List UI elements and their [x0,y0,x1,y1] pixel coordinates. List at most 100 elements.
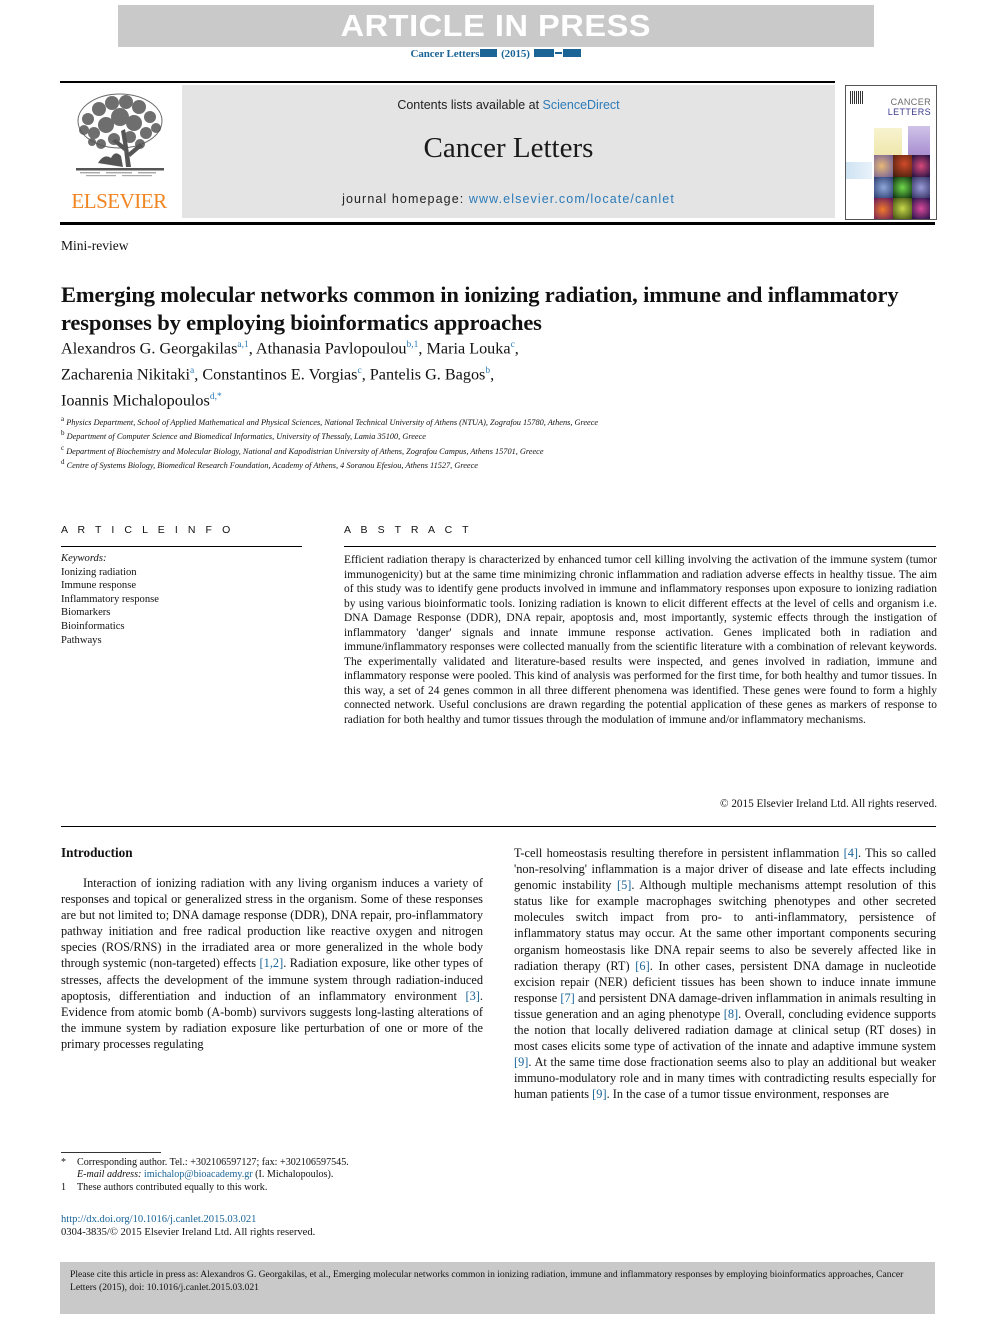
affiliation-text: Department of Biochemistry and Molecular… [66,446,544,456]
citation-ref[interactable]: [9] [592,1087,606,1101]
affiliation-mark: d [61,458,65,467]
journal-cover-thumbnail: CANCER LETTERS [845,85,937,220]
keywords-block: Keywords: Ionizing radiation Immune resp… [61,552,311,647]
doi-link[interactable]: http://dx.doi.org/10.1016/j.canlet.2015.… [61,1213,491,1226]
keyword-item: Biomarkers [61,607,111,619]
abstract-heading: A B S T R A C T [344,524,473,536]
keyword-item: Inflammatory response [61,593,159,605]
page-range-dash [554,52,562,55]
corresponding-author-text: Corresponding author. Tel.: +30210659712… [77,1157,349,1168]
affiliation-item: d Centre of Systems Biology, Biomedical … [61,457,916,471]
author-affil-mark[interactable]: d,* [210,392,222,402]
elsevier-wordmark: ELSEVIER [71,189,167,213]
author-affil-mark[interactable]: b [485,366,490,376]
homepage-prefix: journal homepage: [342,192,469,206]
page-title: Emerging molecular networks common in io… [61,282,899,335]
body-column-left: Introduction Interaction of ionizing rad… [61,845,483,1052]
corresponding-email-link[interactable]: imichalop@bioacademy.gr [144,1169,253,1180]
article-in-press-label: ARTICLE IN PRESS [340,8,652,43]
footnote-rule [61,1152,161,1153]
article-in-press-banner: ARTICLE IN PRESS [118,5,874,47]
email-owner: (I. Michalopoulos). [255,1169,334,1181]
section-heading-introduction: Introduction [61,845,133,860]
author-affil-mark[interactable]: b,1 [407,340,419,350]
abstract-rule [344,546,936,547]
affiliation-mark: a [61,415,65,423]
footnote-mark: 1 [61,1181,67,1193]
body-top-rule [61,826,936,827]
barcode-icon [850,91,863,104]
issn-copyright-line: 0304-3835/© 2015 Elsevier Ireland Ltd. A… [61,1227,316,1239]
volume-placeholder-block [480,49,498,58]
author-affil-mark[interactable]: a,1 [237,340,248,350]
author-name: Zacharenia Nikitaki [61,365,190,384]
doi-block: http://dx.doi.org/10.1016/j.canlet.2015.… [61,1213,491,1240]
running-head-journal: Cancer Letters [410,48,480,60]
affiliation-text: Department of Computer Science and Biome… [66,432,426,442]
citation-ref[interactable]: [7] [560,991,574,1005]
article-type-label: Mini-review [61,238,129,253]
abstract-text: Efficient radiation therapy is character… [344,554,937,727]
journal-masthead: ELSEVIER Contents lists available at Sci… [60,85,835,218]
footnote-body: Corresponding author. Tel.: +30210659712… [77,1157,486,1182]
elsevier-logo: ELSEVIER [60,85,178,218]
footnote-mark: * [61,1157,67,1168]
keyword-item: Pathways [61,634,102,646]
author-affil-mark[interactable]: c [511,340,515,350]
cover-title-line1: CANCER [890,97,931,107]
intro-text-segment: . In the case of a tumor tissue environm… [606,1087,890,1102]
page-end-placeholder-block [562,49,581,58]
copyright-line: © 2015 Elsevier Ireland Ltd. All rights … [720,798,937,810]
running-head-year: (2015) [501,48,530,60]
article-info-rule [61,546,302,547]
contents-prefix: Contents lists available at [397,98,543,112]
cite-this-article-box: Please cite this article in press as: Al… [60,1262,935,1314]
intro-paragraph-left: Interaction of ionizing radiation with a… [61,875,483,1052]
masthead-bottom-rule [60,222,935,225]
citation-ref[interactable]: [1,2] [260,956,284,970]
author-name: , Maria Louka [418,339,511,358]
intro-text-segment: T-cell homeostasis resulting therefore i… [514,846,844,860]
cover-title-line2: LETTERS [887,106,931,117]
author-name: Alexandros G. Georgakilas [61,339,238,358]
affiliation-mark: c [61,443,65,452]
journal-homepage-link[interactable]: www.elsevier.com/locate/canlet [469,192,675,206]
intro-paragraph-right: T-cell homeostasis resulting therefore i… [514,845,936,1103]
author-name: , Constantinos E. Vorgias [194,365,358,384]
footnote-block: * Corresponding author. Tel.: +302106597… [61,1157,486,1194]
cover-journal-title: CANCER LETTERS [887,97,931,117]
sciencedirect-link[interactable]: ScienceDirect [543,98,620,112]
citation-ref[interactable]: [6] [635,959,649,973]
citation-ref[interactable]: [5] [617,878,631,892]
keywords-label: Keywords: [61,553,107,564]
article-info-heading: A R T I C L E I N F O [61,524,234,536]
keyword-item: Immune response [61,580,137,592]
running-head: Cancer Letters (2015) [0,48,992,60]
citation-ref[interactable]: [9] [514,1055,528,1069]
affiliation-list: a Physics Department, School of Applied … [61,414,916,471]
contents-lists-line: Contents lists available at ScienceDirec… [182,98,835,112]
citation-ref[interactable]: [8] [724,1007,738,1021]
citation-ref[interactable]: [3] [466,989,480,1003]
body-column-right: T-cell homeostasis resulting therefore i… [514,845,936,1103]
author-list: Alexandros G. Georgakilasa,1, Athanasia … [61,339,519,410]
affiliation-item: c Department of Biochemistry and Molecul… [61,443,916,457]
page-start-placeholder-block [533,49,554,58]
cover-image-grid [846,126,936,219]
citation-ref[interactable]: [4] [844,846,858,860]
masthead-panel: Contents lists available at ScienceDirec… [182,85,835,218]
author-name: Ioannis Michalopoulos [61,391,210,410]
email-label: E-mail address: [77,1169,142,1181]
elsevier-tree-icon [76,93,164,177]
affiliation-mark: b [61,429,65,438]
journal-title: Cancer Letters [423,132,594,164]
footnote-body: These authors contributed equally to thi… [77,1181,268,1193]
masthead-top-rule [60,81,835,83]
author-name: , Pantelis G. Bagos [361,365,486,384]
author-name: , Athanasia Pavlopoulou [248,339,407,358]
footnote-corresponding-author: * Corresponding author. Tel.: +302106597… [61,1157,486,1182]
journal-homepage-line: journal homepage: www.elsevier.com/locat… [182,192,835,206]
affiliation-text: Physics Department, School of Applied Ma… [66,417,599,427]
keyword-item: Ionizing radiation [61,566,137,578]
affiliation-item: b Department of Computer Science and Bio… [61,428,916,442]
